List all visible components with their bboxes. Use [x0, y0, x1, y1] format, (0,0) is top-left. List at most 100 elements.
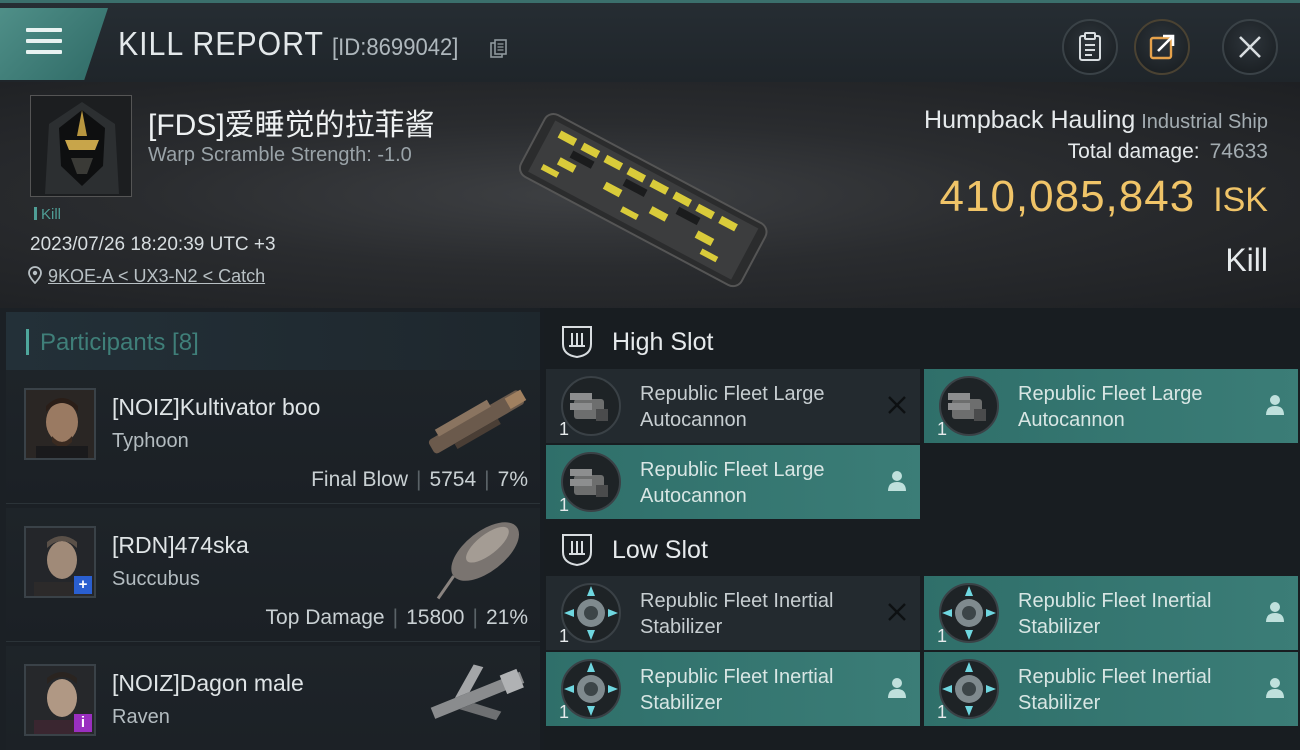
location-pin-icon	[28, 266, 42, 285]
participant-ship-image	[436, 522, 519, 600]
header-accent	[26, 329, 29, 355]
victim-ship-image[interactable]	[500, 108, 800, 288]
close-button[interactable]	[1222, 19, 1278, 75]
participant-ship: Typhoon	[112, 430, 189, 452]
destroyed-x-icon	[888, 603, 906, 621]
participant-row[interactable]: i [NOIZ]Dagon male Raven	[6, 646, 540, 750]
person-icon	[888, 471, 906, 491]
participant-damage: 5754	[429, 468, 477, 491]
inertial-stabilizer-icon	[939, 583, 999, 643]
slot-shield-icon	[562, 534, 592, 566]
kill-datetime: 2023/07/26 18:20:39 UTC +3	[30, 234, 276, 255]
total-damage: Total damage: 74633	[1068, 140, 1268, 164]
participant-name: [RDN]474ska	[112, 532, 249, 558]
participant-percent: 7%	[497, 468, 528, 491]
inertial-stabilizer-icon	[561, 659, 621, 719]
avatar: i	[24, 664, 96, 736]
inertial-stabilizer-icon	[561, 583, 621, 643]
participant-stats: Top Damage | 15800 | 21%	[265, 606, 528, 629]
report-button[interactable]	[1062, 19, 1118, 75]
kill-report-screen: KILL REPORT [ID:8699042] [FDS]爱睡觉的拉菲酱 Wa…	[0, 0, 1300, 750]
module-quantity: 1	[937, 702, 948, 722]
module-name: Republic Fleet Inertial Stabilizer	[640, 590, 834, 638]
autocannon-icon	[561, 376, 621, 436]
module-item[interactable]: 1 Republic Fleet Large Autocannon	[924, 369, 1298, 443]
isk-value: 410,085,843 ISK	[940, 172, 1269, 222]
person-icon	[1266, 395, 1284, 415]
victim-name[interactable]: [FDS]爱睡觉的拉菲酱	[148, 100, 435, 144]
person-icon	[888, 678, 906, 698]
isk-amount: 410,085,843	[939, 172, 1196, 221]
module-quantity: 1	[559, 419, 570, 439]
module-quantity: 1	[559, 626, 570, 646]
module-item[interactable]: 1 Republic Fleet Inertial Stabilizer	[546, 652, 920, 726]
module-name: Republic Fleet Large Autocannon	[1018, 383, 1203, 431]
share-icon	[1149, 34, 1175, 60]
participants-header[interactable]: Participants [8]	[6, 312, 540, 370]
victim-summary: [FDS]爱睡觉的拉菲酱 Warp Scramble Strength: -1.…	[0, 82, 1300, 308]
victim-portrait	[31, 96, 131, 196]
module-item[interactable]: 1 Republic Fleet Large Autocannon	[546, 445, 920, 519]
participant-stats: Final Blow | 5754 | 7%	[311, 468, 528, 491]
close-icon	[1239, 36, 1261, 58]
high-slot-header: High Slot	[544, 310, 1300, 370]
total-damage-value: 74633	[1209, 140, 1268, 163]
module-quantity: 1	[937, 626, 948, 646]
person-icon	[1266, 678, 1284, 698]
low-slot-header: Low Slot	[544, 518, 1300, 578]
participant-damage: 15800	[406, 606, 465, 629]
module-quantity: 1	[559, 495, 570, 515]
module-item[interactable]: 1 Republic Fleet Inertial Stabilizer	[924, 576, 1298, 650]
participant-ship: Succubus	[112, 568, 200, 590]
participant-ship-image	[430, 664, 525, 721]
kill-id: [ID:8699042]	[332, 34, 459, 61]
module-quantity: 1	[559, 702, 570, 722]
kill-type-tag: Kill	[34, 206, 61, 223]
avatar: +	[24, 526, 96, 598]
ship-class: Industrial Ship	[1141, 111, 1268, 133]
participant-percent: 21%	[485, 606, 528, 629]
autocannon-icon	[561, 452, 621, 512]
slot-shield-icon	[562, 326, 592, 358]
fitting-panel: High Slot 1 Republic Fleet Large Autocan…	[544, 308, 1300, 750]
participants-label: Participants [8]	[40, 329, 199, 356]
total-damage-label: Total damage:	[1067, 140, 1200, 163]
module-name: Republic Fleet Inertial Stabilizer	[1018, 666, 1212, 714]
module-name: Republic Fleet Large Autocannon	[640, 383, 825, 431]
participant-row[interactable]: + [RDN]474ska Succubus Top Damage | 15800 |…	[6, 508, 540, 642]
participant-tag: Top Damage	[265, 606, 385, 629]
module-item[interactable]: 1 Republic Fleet Large Autocannon	[546, 369, 920, 443]
person-icon	[1266, 602, 1284, 622]
participant-row[interactable]: [NOIZ]Kultivator boo Typhoon Final Blow |…	[6, 370, 540, 504]
plus-badge-icon: +	[74, 576, 92, 594]
inertial-stabilizer-icon	[939, 659, 999, 719]
module-name: Republic Fleet Inertial Stabilizer	[640, 666, 834, 714]
participant-name: [NOIZ]Dagon male	[112, 670, 304, 696]
module-name: Republic Fleet Inertial Stabilizer	[1018, 590, 1212, 638]
menu-button[interactable]	[0, 8, 108, 80]
participant-ship-image	[428, 389, 527, 454]
avatar	[24, 388, 96, 460]
hamburger-icon	[26, 28, 62, 61]
slot-label: Low Slot	[612, 536, 708, 564]
victim-avatar[interactable]	[30, 95, 132, 197]
module-item[interactable]: 1 Republic Fleet Inertial Stabilizer	[546, 576, 920, 650]
warp-scramble-strength: Warp Scramble Strength: -1.0	[148, 144, 412, 166]
participant-name: [NOIZ]Kultivator boo	[112, 394, 321, 420]
victim-ship-type[interactable]: Humpback Hauling Industrial Ship	[924, 106, 1268, 135]
module-item[interactable]: 1 Republic Fleet Inertial Stabilizer	[924, 652, 1298, 726]
slot-label: High Slot	[612, 328, 714, 356]
copy-icon[interactable]	[490, 39, 508, 59]
ship-name: Humpback Hauling	[924, 106, 1136, 134]
share-button[interactable]	[1134, 19, 1190, 75]
isk-currency: ISK	[1213, 181, 1268, 219]
module-quantity: 1	[937, 419, 948, 439]
kill-result: Kill	[1225, 242, 1268, 278]
module-name: Republic Fleet Large Autocannon	[640, 459, 825, 507]
participant-tag: Final Blow	[311, 468, 408, 491]
destroyed-x-icon	[888, 396, 906, 414]
participants-panel: Participants [8] [NOIZ]Kultivator boo Ty…	[0, 308, 540, 750]
clipboard-icon	[1079, 32, 1101, 61]
portrait	[26, 390, 94, 458]
kill-location-link[interactable]: 9KOE-A < UX3-N2 < Catch	[28, 266, 265, 287]
